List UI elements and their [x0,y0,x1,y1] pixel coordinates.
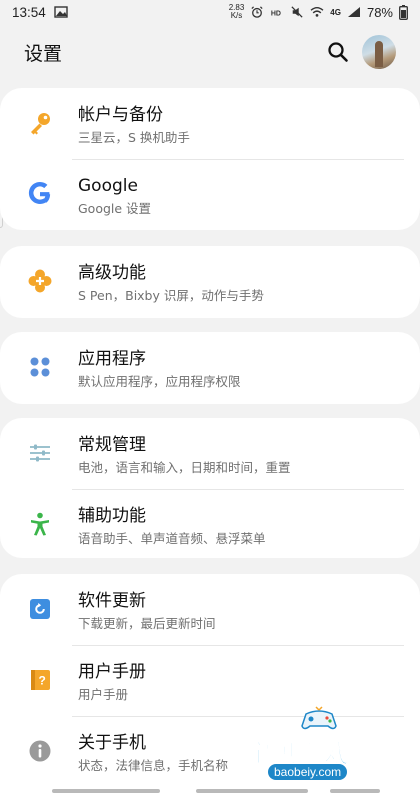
advanced-features-icon [28,269,52,293]
settings-item-label: 高级功能 [78,263,146,283]
hd-icon: HD [271,11,281,18]
search-icon[interactable] [326,40,350,64]
gamepad-icon [301,706,337,730]
net-speed-unit: K/s [230,11,243,20]
net-speed: 2.83 K/s [229,4,245,20]
settings-group-accounts: 帐户与备份 三星云，S 换机助手 Google Google 设置 [0,88,420,230]
status-time: 13:54 [12,4,46,20]
status-left: 13:54 [12,5,68,20]
info-icon [29,740,51,762]
settings-item-subtitle: 语音助手、单声道音频、悬浮菜单 [78,531,266,546]
avatar-icon[interactable] [362,35,396,69]
mute-icon [291,6,303,18]
settings-item-advanced-features[interactable]: 高级功能 S Pen，Bixby 识屏，动作与手势 [0,246,420,317]
svg-text:?: ? [39,674,46,688]
apps-icon [30,357,50,377]
svg-text:HD: HD [271,11,281,18]
google-icon [28,182,51,204]
signal-icon [347,7,360,17]
settings-group-general: 常规管理 电池，语言和输入，日期和时间，重置 辅助功能 语音助手、单声道音频、悬… [0,418,420,558]
nav-back-button[interactable] [330,789,380,793]
settings-item-subtitle: 状态，法律信息，手机名称 [78,758,229,773]
watermark: 宝贝游戏网 baobeiy.com [245,706,416,784]
settings-item-label: 用户手册 [78,662,146,682]
status-bar: 13:54 2.83 K/s HD 4G 78% [0,0,420,24]
settings-item-label: 帐户与备份 [78,105,163,125]
page-title: 设置 [24,42,63,65]
settings-item-accounts-backup[interactable]: 帐户与备份 三星云，S 换机助手 [0,88,420,159]
settings-item-subtitle: S Pen，Bixby 识屏，动作与手势 [78,288,264,303]
user-manual-icon: ? [31,670,50,690]
settings-item-accessibility[interactable]: 辅助功能 语音助手、单声道音频、悬浮菜单 [0,489,420,560]
settings-item-subtitle: Google 设置 [78,201,152,216]
network-type: 4G [330,7,341,17]
settings-group-apps: 应用程序 默认应用程序，应用程序权限 [0,332,420,404]
alarm-icon [251,6,263,18]
settings-item-label: 辅助功能 [78,506,146,526]
settings-item-software-update[interactable]: 软件更新 下载更新，最后更新时间 [0,574,420,645]
settings-item-label: 应用程序 [78,349,146,369]
battery-icon [399,4,408,20]
software-update-icon [30,599,50,619]
settings-item-label: 常规管理 [78,435,146,455]
wifi-icon [310,7,324,17]
settings-item-user-manual[interactable]: ? 用户手册 用户手册 [0,645,420,716]
settings-item-subtitle: 电池，语言和输入，日期和时间，重置 [78,460,291,475]
key-icon [31,113,50,135]
accessibility-icon [31,512,49,536]
nav-home-button[interactable] [196,789,308,793]
settings-group-advanced: 高级功能 S Pen，Bixby 识屏，动作与手势 [0,246,420,318]
settings-item-label: Google [78,176,138,196]
settings-item-apps[interactable]: 应用程序 默认应用程序，应用程序权限 [0,332,420,403]
settings-item-subtitle: 下载更新，最后更新时间 [78,616,216,631]
settings-item-subtitle: 默认应用程序，应用程序权限 [78,374,241,389]
settings-item-subtitle: 用户手册 [78,687,129,702]
settings-item-label: 软件更新 [78,591,146,611]
settings-item-general-management[interactable]: 常规管理 电池，语言和输入，日期和时间，重置 [0,418,420,489]
watermark-url: baobeiy.com [268,764,348,780]
settings-item-google[interactable]: Google Google 设置 [0,159,420,230]
app-header: 设置 [0,24,420,80]
battery-percent: 78% [366,4,393,20]
settings-item-subtitle: 三星云，S 换机助手 [78,130,190,145]
status-right: 2.83 K/s HD 4G 78% [229,4,408,20]
image-icon [54,6,68,18]
sliders-icon [30,444,50,462]
nav-recent-button[interactable] [52,789,160,793]
settings-item-label: 关于手机 [78,733,146,753]
